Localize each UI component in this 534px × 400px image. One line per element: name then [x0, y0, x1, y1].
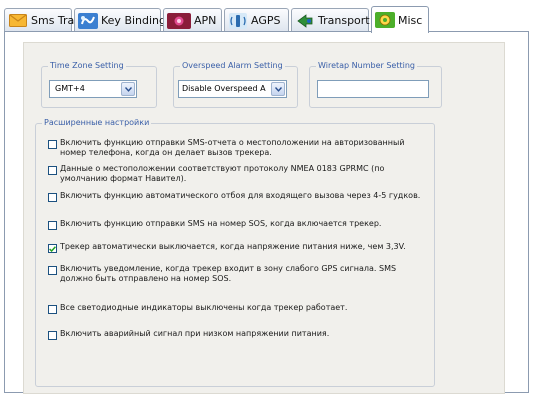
timezone-value: GMT+4 [55, 84, 85, 93]
tab-misc[interactable]: Misc [371, 6, 429, 33]
wiretap-group: Wiretap Number Setting [309, 61, 442, 108]
checkbox[interactable] [48, 221, 57, 230]
checkbox[interactable] [48, 166, 57, 175]
checkbox[interactable] [48, 140, 57, 149]
chevron-down-icon[interactable] [121, 82, 135, 96]
advanced-settings-title: Расширенные настройки [42, 118, 152, 128]
overspeed-group: Overspeed Alarm Setting Disable Overspee… [173, 61, 298, 108]
tab-strip: Sms Track Key Binding APN AGPS Transport… [4, 6, 530, 33]
option-label: Включить уведомление, когда трекер входи… [60, 264, 397, 283]
key-binding-icon [78, 12, 98, 29]
settings-area: Time Zone Setting GMT+4 Overspeed Alarm … [23, 42, 505, 394]
option-label: Трекер автоматически выключается, когда … [60, 242, 406, 251]
agps-icon [228, 12, 248, 29]
tab-label: Key Binding [101, 14, 167, 27]
timezone-group-title: Time Zone Setting [48, 61, 126, 71]
checkmark-icon [49, 245, 56, 252]
wiretap-group-title: Wiretap Number Setting [316, 61, 417, 71]
apn-icon [167, 12, 191, 29]
option-label: Данные о местоположении соответствуют пр… [60, 164, 385, 183]
tab-label: AGPS [251, 14, 281, 27]
option-label: Включить функцию отправки SMS-отчета о м… [60, 138, 405, 157]
advanced-settings-group: Расширенные настройки Включить функцию о… [35, 118, 435, 387]
tab-transport[interactable]: Transport [291, 8, 370, 32]
option-label: Включить аварийный сигнал при низком нап… [60, 329, 330, 338]
checkbox[interactable] [48, 244, 57, 253]
misc-gear-icon [375, 12, 395, 28]
timezone-select[interactable]: GMT+4 [49, 80, 137, 98]
option-auto-hangup: Включить функцию автоматического отбоя д… [48, 191, 428, 202]
option-nmea-format: Данные о местоположении соответствуют пр… [48, 164, 428, 184]
option-low-voltage-shutdown: Трекер автоматически выключается, когда … [48, 242, 428, 253]
tab-sms-track[interactable]: Sms Track [4, 8, 87, 32]
misc-panel: Time Zone Setting GMT+4 Overspeed Alarm … [4, 31, 529, 394]
tab-label: APN [194, 14, 217, 27]
tab-key-binding[interactable]: Key Binding [74, 8, 166, 32]
option-label: Все светодиодные индикаторы выключены ко… [60, 303, 348, 312]
option-weak-gps-notify: Включить уведомление, когда трекер входи… [48, 264, 428, 284]
tab-agps[interactable]: AGPS [224, 8, 289, 32]
option-label: Включить функцию отправки SMS на номер S… [60, 219, 382, 228]
overspeed-group-title: Overspeed Alarm Setting [180, 61, 285, 71]
transport-icon [295, 13, 315, 29]
option-low-voltage-alarm: Включить аварийный сигнал при низком нап… [48, 329, 428, 340]
checkbox[interactable] [48, 331, 57, 340]
tab-label: Misc [398, 13, 423, 27]
tab-apn[interactable]: APN [163, 8, 222, 32]
checkbox[interactable] [48, 193, 57, 202]
chevron-down-icon[interactable] [271, 82, 285, 96]
checkbox[interactable] [48, 266, 57, 275]
overspeed-select[interactable]: Disable Overspeed A [178, 80, 287, 98]
wiretap-number-input[interactable] [317, 80, 429, 98]
option-leds-off: Все светодиодные индикаторы выключены ко… [48, 303, 428, 314]
envelope-icon [8, 13, 28, 29]
option-sos-sms-on-power: Включить функцию отправки SMS на номер S… [48, 219, 428, 230]
option-label: Включить функцию автоматического отбоя д… [60, 191, 421, 200]
option-sms-report-on-call: Включить функцию отправки SMS-отчета о м… [48, 138, 428, 158]
tab-label: Transport [318, 14, 370, 27]
overspeed-value: Disable Overspeed A [182, 84, 266, 93]
timezone-group: Time Zone Setting GMT+4 [41, 61, 157, 108]
checkbox[interactable] [48, 305, 57, 314]
